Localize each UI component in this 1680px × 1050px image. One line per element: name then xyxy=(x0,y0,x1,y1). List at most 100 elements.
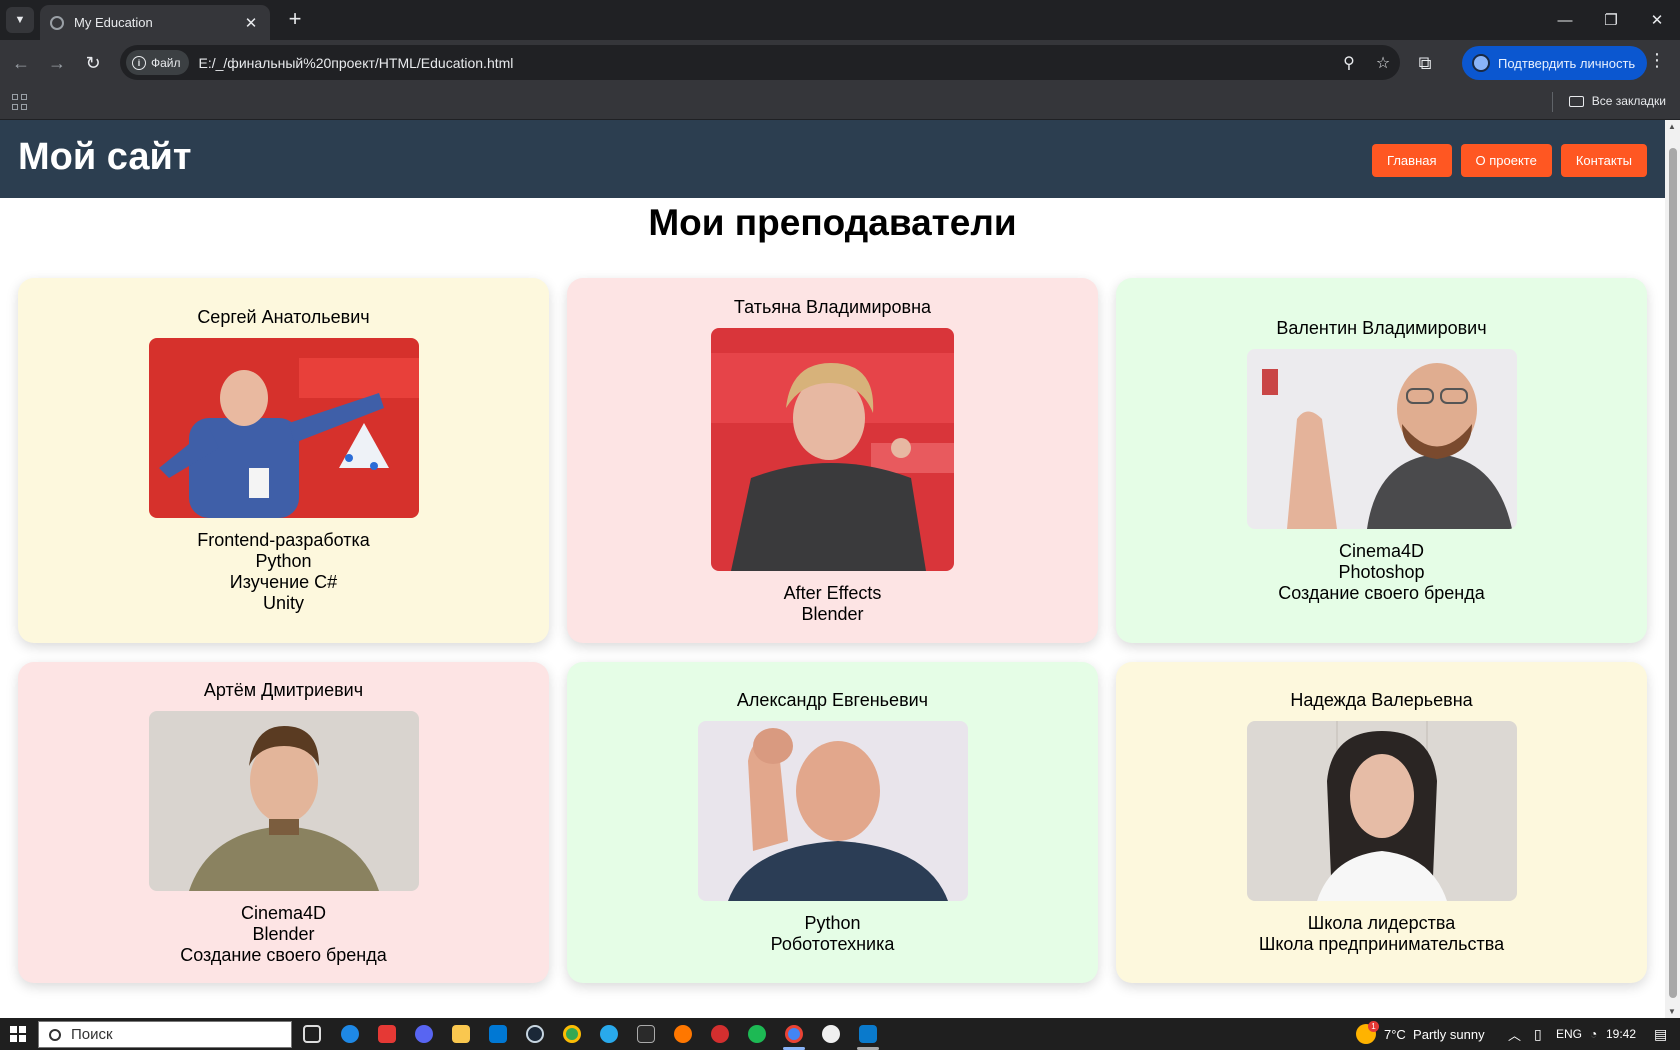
verify-label: Подтвердить личность xyxy=(1498,55,1636,71)
opera-icon[interactable] xyxy=(711,1025,729,1043)
teacher-name: Александр Евгеньевич xyxy=(736,690,929,710)
chrome-active-icon[interactable] xyxy=(785,1025,803,1043)
restore-icon[interactable]: ❐ xyxy=(1588,0,1634,40)
teacher-card: Татьяна Владимировна After Effects Blend… xyxy=(567,278,1098,643)
all-bookmarks-label: Все закладки xyxy=(1591,94,1666,108)
globe-icon xyxy=(50,15,64,30)
teacher-card: Валентин Владимирович Cinema4D Photoshop… xyxy=(1116,278,1647,643)
nav-home-button[interactable]: Главная xyxy=(1372,144,1452,177)
notifications-icon[interactable]: ▤ xyxy=(1654,1018,1667,1050)
course-list: Python Робототехника xyxy=(771,913,895,955)
site-nav: Главная О проекте Контакты xyxy=(1372,144,1647,177)
nav-about-button[interactable]: О проекте xyxy=(1460,144,1552,177)
course-item: Изучение C# xyxy=(229,572,338,592)
weather-widget[interactable]: 1 7°C Partly sunny xyxy=(1356,1018,1485,1050)
page-scrollbar[interactable]: ▲ ▼ xyxy=(1665,120,1680,1018)
back-arrow-icon[interactable]: ← xyxy=(8,50,34,76)
course-item: Blender xyxy=(252,923,315,944)
tab-strip: ▼ My Education ✕ + — ❐ ✕ xyxy=(0,0,1680,40)
window-close-icon[interactable]: ✕ xyxy=(1634,0,1680,40)
course-list: After Effects Blender xyxy=(784,583,882,625)
course-item: Школа лидерства xyxy=(1307,913,1456,933)
chrome-icon[interactable] xyxy=(563,1025,581,1043)
scrollbar-thumb[interactable] xyxy=(1669,148,1677,998)
tab-search-button[interactable]: ▼ xyxy=(6,7,34,33)
teacher-name: Артём Дмитриевич xyxy=(203,679,364,700)
windows-taskbar: Поиск 1 7°C Partly sunny ︿ ▯ ENG ◔ 19:42… xyxy=(0,1018,1680,1050)
yandex-icon[interactable] xyxy=(378,1025,396,1043)
taskbar-search-label: Поиск xyxy=(71,1026,113,1043)
course-item: Создание своего бренда xyxy=(180,944,387,965)
vscode-icon[interactable] xyxy=(859,1025,877,1043)
course-list: Cinema4D Photoshop Создание своего бренд… xyxy=(1278,541,1485,604)
apps-grid-icon[interactable] xyxy=(12,94,28,110)
course-list: Frontend-разработка Python Изучение C# U… xyxy=(197,530,370,614)
menu-kebab-icon[interactable]: ⋮ xyxy=(1648,50,1666,71)
page-viewport: Мой сайт Главная О проекте Контакты Мои … xyxy=(0,120,1665,1018)
nav-contacts-button[interactable]: Контакты xyxy=(1560,144,1647,177)
new-tab-button[interactable]: + xyxy=(281,7,309,33)
reload-icon[interactable]: ↻ xyxy=(80,50,106,76)
all-bookmarks-button[interactable]: Все закладки xyxy=(1568,94,1666,108)
clock[interactable]: 19:42 xyxy=(1606,1018,1636,1050)
extensions-icon[interactable]: ⧉ xyxy=(1412,50,1438,76)
teacher-photo xyxy=(1246,721,1517,901)
teacher-photo xyxy=(148,710,419,891)
soundcloud-icon[interactable] xyxy=(674,1025,692,1043)
taskbar-search[interactable]: Поиск xyxy=(38,1021,292,1048)
telegram-icon[interactable] xyxy=(600,1025,618,1043)
minimize-icon[interactable]: — xyxy=(1542,0,1588,40)
battery-icon[interactable]: ▯ xyxy=(1534,1018,1542,1050)
tab-close-icon[interactable]: ✕ xyxy=(242,14,260,32)
url-text[interactable]: E:/_/финальный%20проект/HTML/Education.h… xyxy=(199,55,1332,71)
weather-text: 7°C Partly sunny xyxy=(1384,1026,1485,1042)
bookmarks-bar: Все закладки xyxy=(0,86,1680,120)
tray-chevron-icon[interactable]: ︿ xyxy=(1508,1018,1521,1050)
windows-start-icon[interactable] xyxy=(10,1026,26,1042)
teacher-name: Сергей Анатольевич xyxy=(197,307,370,327)
address-bar[interactable]: i Файл E:/_/финальный%20проект/HTML/Educ… xyxy=(120,45,1400,80)
info-icon: i xyxy=(132,55,146,70)
course-list: Cinema4D Blender Создание своего бренда xyxy=(180,903,387,966)
site-info-label: Файл xyxy=(151,55,181,70)
teacher-photo xyxy=(1246,348,1517,529)
page-title: Мои преподаватели xyxy=(648,202,1017,243)
steam-icon[interactable] xyxy=(526,1025,544,1043)
course-item: Frontend-разработка xyxy=(197,530,370,550)
teacher-card: Сергей Анатольевич Frontend-разработка P… xyxy=(18,278,549,643)
teacher-name: Валентин Владимирович xyxy=(1276,317,1487,338)
spotify-icon[interactable] xyxy=(748,1025,766,1043)
teacher-name: Надежда Валерьевна xyxy=(1290,690,1473,710)
verify-identity-button[interactable]: Подтвердить личность xyxy=(1462,46,1648,80)
teacher-card: Александр Евгеньевич Python Робототехник… xyxy=(567,662,1098,983)
zoom-icon[interactable]: ⚲ xyxy=(1332,53,1366,73)
scroll-down-icon[interactable]: ▼ xyxy=(1668,1007,1676,1016)
discord-icon[interactable] xyxy=(415,1025,433,1043)
course-list: Школа лидерства Школа предпринимательств… xyxy=(1259,913,1504,955)
teacher-name: Татьяна Владимировна xyxy=(733,296,932,317)
outlook-icon[interactable] xyxy=(489,1025,507,1043)
scroll-up-icon[interactable]: ▲ xyxy=(1668,122,1676,131)
teacher-card: Надежда Валерьевна Школа лидерства Школа… xyxy=(1116,662,1647,983)
teachers-grid: Сергей Анатольевич Frontend-разработка P… xyxy=(18,278,1647,983)
language-indicator[interactable]: ENG xyxy=(1556,1018,1582,1050)
course-item: Cinema4D xyxy=(240,902,327,923)
active-tab[interactable]: My Education ✕ xyxy=(40,5,270,40)
github-icon[interactable] xyxy=(822,1025,840,1043)
bookmark-star-icon[interactable]: ☆ xyxy=(1366,53,1400,73)
epic-games-icon[interactable] xyxy=(637,1025,655,1043)
course-item: Unity xyxy=(262,593,304,613)
wifi-icon[interactable]: ◔ xyxy=(1590,1018,1597,1050)
file-explorer-icon[interactable] xyxy=(452,1025,470,1043)
course-item: Python xyxy=(255,551,312,571)
edge-icon[interactable] xyxy=(341,1025,359,1043)
course-item: Создание своего бренда xyxy=(1278,582,1485,603)
teacher-photo xyxy=(711,327,954,571)
weather-sun-icon: 1 xyxy=(1356,1021,1379,1044)
forward-arrow-icon[interactable]: → xyxy=(44,50,70,76)
course-item: Python xyxy=(804,913,861,933)
site-header: Мой сайт Главная О проекте Контакты xyxy=(0,120,1665,198)
course-item: After Effects xyxy=(783,582,882,603)
site-info-chip[interactable]: i Файл xyxy=(126,50,189,75)
task-view-icon[interactable] xyxy=(303,1025,321,1043)
